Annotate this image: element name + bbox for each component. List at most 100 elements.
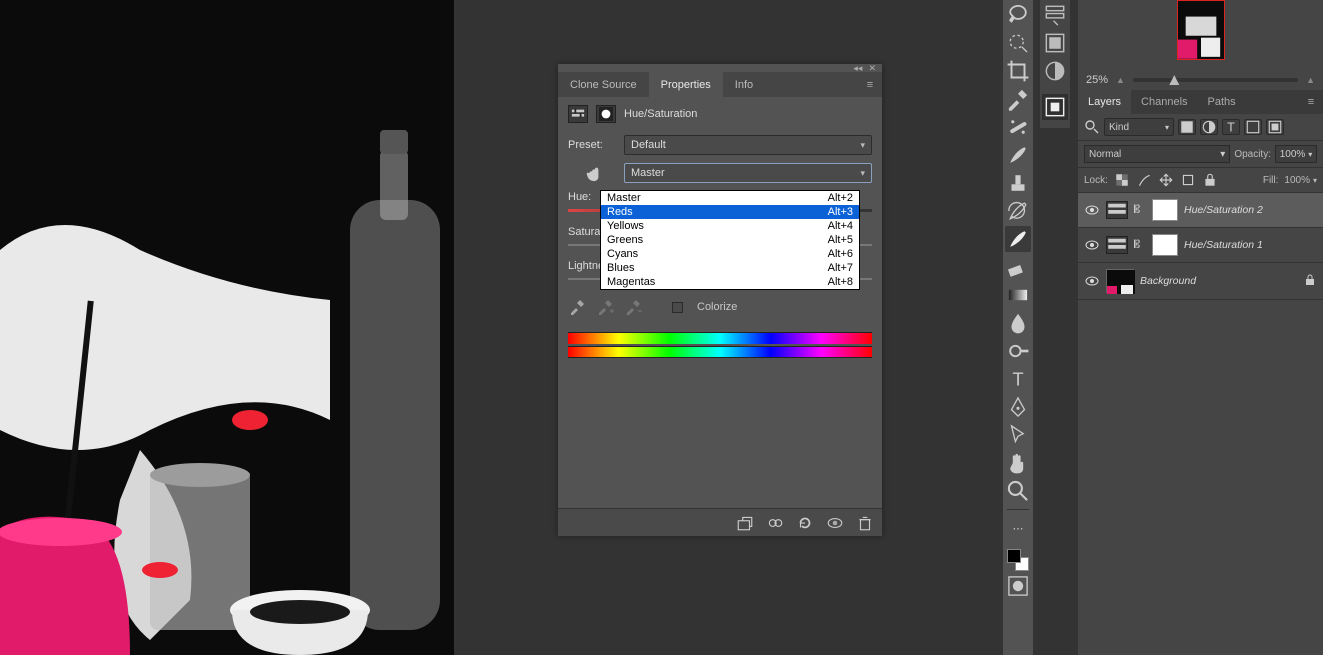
zoom-in-icon[interactable]: ▲ <box>1306 75 1315 85</box>
layer-item[interactable]: 𝄡 Hue/Saturation 1 <box>1078 228 1323 263</box>
adjustments-panel-icon[interactable] <box>1042 58 1068 84</box>
zoom-out-icon[interactable]: ▲ <box>1116 75 1125 85</box>
layer-name: Hue/Saturation 1 <box>1184 239 1263 251</box>
color-range-dropdown[interactable]: MasterAlt+2RedsAlt+3YellowsAlt+4GreensAl… <box>600 190 860 290</box>
blend-mode-select[interactable]: Normal▾ <box>1084 145 1230 163</box>
panel-menu-icon[interactable]: ≡ <box>858 72 882 97</box>
spectrum-input[interactable] <box>568 332 872 344</box>
hand-tool-icon[interactable] <box>1005 450 1031 476</box>
history-brush-tool-icon[interactable] <box>1005 198 1031 224</box>
dropdown-option[interactable]: GreensAlt+5 <box>601 233 859 247</box>
filter-kind-select[interactable]: Kind▾ <box>1104 118 1174 136</box>
preset-select[interactable]: Default ▾ <box>624 135 872 155</box>
link-icon[interactable]: 𝄡 <box>1134 204 1146 217</box>
filter-adjust-icon[interactable] <box>1200 119 1218 135</box>
lock-icon[interactable] <box>1303 273 1317 290</box>
dropdown-option[interactable]: RedsAlt+3 <box>601 205 859 219</box>
dropdown-option[interactable]: BluesAlt+7 <box>601 261 859 275</box>
filter-shape-icon[interactable] <box>1244 119 1262 135</box>
adjustment-type-icon <box>568 105 588 123</box>
layers-menu-icon[interactable]: ≡ <box>1299 90 1323 114</box>
layer-name: Hue/Saturation 2 <box>1184 204 1263 216</box>
targeted-adjustment-icon[interactable] <box>568 164 618 182</box>
layer-mask[interactable] <box>1152 234 1178 256</box>
history-panel-icon[interactable] <box>1042 2 1068 28</box>
tab-properties[interactable]: Properties <box>649 72 723 97</box>
quick-mask-icon[interactable] <box>1005 573 1031 599</box>
brush-tool-icon[interactable] <box>1005 142 1031 168</box>
link-icon[interactable]: 𝄡 <box>1134 239 1146 252</box>
color-swatches[interactable] <box>1007 549 1029 571</box>
reset-icon[interactable] <box>796 514 814 532</box>
fill-value[interactable]: 100%▾ <box>1284 175 1317 186</box>
eyedropper-icon[interactable] <box>568 298 586 316</box>
spectrum-output[interactable] <box>568 346 872 358</box>
previous-state-icon[interactable] <box>766 514 784 532</box>
dropdown-option[interactable]: YellowsAlt+4 <box>601 219 859 233</box>
actions-panel-icon[interactable] <box>1042 30 1068 56</box>
dropdown-option[interactable]: CyansAlt+6 <box>601 247 859 261</box>
pen-tool-icon[interactable] <box>1005 394 1031 420</box>
lock-image-icon[interactable] <box>1136 172 1152 188</box>
visibility-icon[interactable] <box>1084 202 1100 218</box>
edit-toolbar-icon[interactable]: ⋯ <box>1005 515 1031 541</box>
zoom-slider[interactable] <box>1133 78 1298 82</box>
tab-layers[interactable]: Layers <box>1078 90 1131 114</box>
navigator-panel[interactable] <box>1078 0 1323 70</box>
preset-label: Preset: <box>568 139 618 151</box>
crop-tool-icon[interactable] <box>1005 58 1031 84</box>
lock-artboard-icon[interactable] <box>1180 172 1196 188</box>
blur-tool-icon[interactable] <box>1005 310 1031 336</box>
foreground-color-swatch[interactable] <box>1007 549 1021 563</box>
filter-smart-icon[interactable] <box>1266 119 1284 135</box>
gradient-tool-icon[interactable] <box>1005 282 1031 308</box>
eraser-tool-icon[interactable] <box>1005 254 1031 280</box>
tab-info[interactable]: Info <box>723 72 765 97</box>
color-range-select[interactable]: Master ▾ <box>624 163 872 183</box>
layer-item-background[interactable]: Background <box>1078 263 1323 300</box>
trash-icon[interactable] <box>856 514 874 532</box>
navigator-thumbnail[interactable] <box>1177 0 1225 60</box>
tab-channels[interactable]: Channels <box>1131 90 1197 114</box>
lock-transparent-icon[interactable] <box>1114 172 1130 188</box>
lock-position-icon[interactable] <box>1158 172 1174 188</box>
blend-row: Normal▾ Opacity: 100%▾ <box>1078 141 1323 168</box>
layer-item[interactable]: 𝄡 Hue/Saturation 2 <box>1078 193 1323 228</box>
dropdown-option[interactable]: MasterAlt+2 <box>601 191 859 205</box>
filter-type-icon[interactable]: T <box>1222 119 1240 135</box>
layer-mask[interactable] <box>1152 199 1178 221</box>
layer-thumbnail[interactable] <box>1106 269 1134 293</box>
navigator-zoom: 25% ▲ ▲ <box>1078 70 1323 90</box>
document-canvas[interactable] <box>0 0 454 655</box>
search-icon[interactable] <box>1084 119 1100 135</box>
clip-to-layer-icon[interactable] <box>736 514 754 532</box>
quick-select-tool-icon[interactable] <box>1005 30 1031 56</box>
visibility-icon[interactable] <box>826 514 844 532</box>
path-select-tool-icon[interactable] <box>1005 422 1031 448</box>
healing-brush-tool-icon[interactable] <box>1005 114 1031 140</box>
paint-brush-tool-icon[interactable] <box>1005 226 1031 252</box>
opacity-label: Opacity: <box>1234 149 1271 160</box>
color-range-value: Master <box>631 167 665 179</box>
filter-pixel-icon[interactable] <box>1178 119 1196 135</box>
tab-clone-source[interactable]: Clone Source <box>558 72 649 97</box>
eyedropper-tool-icon[interactable] <box>1005 86 1031 112</box>
lock-label: Lock: <box>1084 175 1108 186</box>
zoom-tool-icon[interactable] <box>1005 478 1031 504</box>
tab-paths[interactable]: Paths <box>1198 90 1246 114</box>
eyedropper-add-icon[interactable] <box>596 298 614 316</box>
opacity-value[interactable]: 100%▾ <box>1275 145 1317 163</box>
dodge-tool-icon[interactable] <box>1005 338 1031 364</box>
visibility-icon[interactable] <box>1084 273 1100 289</box>
dropdown-option[interactable]: MagentasAlt+8 <box>601 275 859 289</box>
lock-all-icon[interactable] <box>1202 172 1218 188</box>
type-tool-icon[interactable]: T <box>1005 366 1031 392</box>
right-panel: 25% ▲ ▲ Layers Channels Paths ≡ Kind▾ T … <box>1078 0 1323 655</box>
colorize-checkbox[interactable] <box>672 302 683 313</box>
clone-stamp-tool-icon[interactable] <box>1005 170 1031 196</box>
visibility-icon[interactable] <box>1084 237 1100 253</box>
eyedropper-subtract-icon[interactable] <box>624 298 642 316</box>
properties-panel-icon[interactable] <box>1042 94 1068 120</box>
lasso-tool-icon[interactable] <box>1005 2 1031 28</box>
panel-drag-bar[interactable]: ◂◂ ✕ <box>558 64 882 72</box>
